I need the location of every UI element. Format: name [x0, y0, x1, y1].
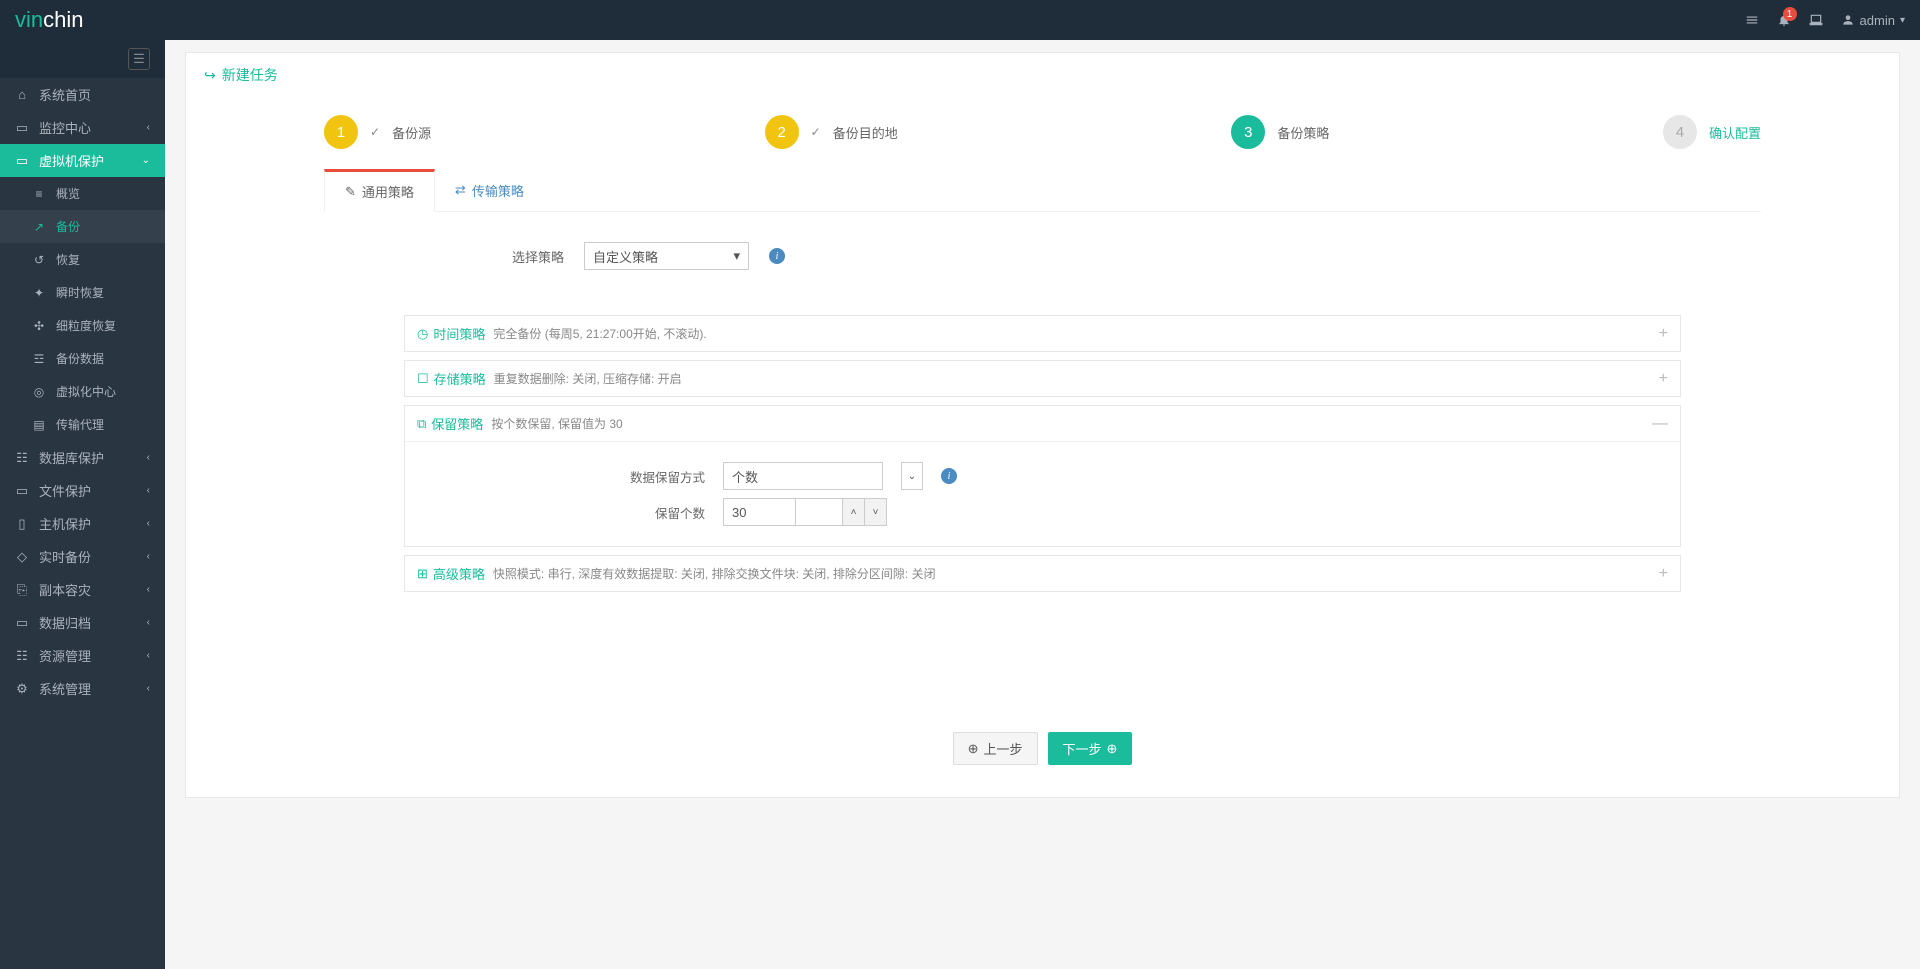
main-panel: ↪ 新建任务 1 ✓ 备份源 2 ✓ 备份目的地 3: [185, 52, 1900, 798]
notification-badge: 1: [1783, 7, 1797, 21]
topbar: vinchin 1 admin ▾: [0, 0, 1920, 40]
brand-logo: vinchin: [15, 7, 83, 33]
nav-backup[interactable]: ↗备份: [0, 210, 165, 243]
settings-icon: ⚙: [15, 681, 29, 697]
nav-monitor[interactable]: ▭监控中心‹: [0, 111, 165, 144]
shield-icon: ◇: [15, 549, 29, 565]
copy-icon: ⎘: [15, 582, 29, 598]
accordion-retain-strategy: ⧉保留策略 按个数保留, 保留值为 30 — 数据保留方式 个数 ⌄ i: [404, 405, 1681, 547]
retain-mode-caret[interactable]: ⌄: [901, 462, 923, 490]
gear-icon: ✣: [32, 319, 46, 333]
caret-down-icon: ▾: [733, 248, 740, 264]
topbar-list-icon[interactable]: [1745, 13, 1759, 27]
nav-resources[interactable]: ☷资源管理‹: [0, 639, 165, 672]
pencil-icon: ✎: [345, 184, 356, 200]
nav-transfer-agent[interactable]: ▤传输代理: [0, 408, 165, 441]
flash-icon: ✦: [32, 286, 46, 300]
info-icon[interactable]: i: [769, 248, 785, 264]
display-icon: ▭: [15, 153, 29, 169]
agent-icon: ▤: [32, 418, 46, 432]
sidebar: ☰ ⌂系统首页 ▭监控中心‹ ▭虚拟机保护⌄ ≡概览 ↗备份 ↺恢复 ✦瞬时恢复…: [0, 40, 165, 969]
accordion-head-retain[interactable]: ⧉保留策略 按个数保留, 保留值为 30 —: [405, 406, 1680, 441]
nav-db-protect[interactable]: ☷数据库保护‹: [0, 441, 165, 474]
sidebar-toggle[interactable]: ☰: [0, 40, 165, 78]
hamburger-icon: ☰: [128, 48, 150, 70]
clock-icon: ◷: [417, 326, 428, 342]
spin-down-button[interactable]: ˅: [865, 498, 887, 526]
chart-icon: ☷: [15, 648, 29, 664]
user-name: admin: [1860, 13, 1895, 28]
topbar-monitor-icon[interactable]: [1809, 13, 1823, 27]
share-arrow-icon: ↪: [204, 67, 216, 84]
prev-button[interactable]: ⊕ 上一步: [953, 732, 1038, 765]
expand-icon: +: [1659, 370, 1668, 388]
nav-file-protect[interactable]: ▭文件保护‹: [0, 474, 165, 507]
grid-icon: ⊞: [417, 566, 428, 582]
page-title: 新建任务: [222, 65, 278, 85]
retain-count-input[interactable]: 30: [723, 498, 796, 526]
step-3[interactable]: 3 备份策略: [1231, 115, 1329, 149]
topbar-user-menu[interactable]: admin ▾: [1841, 13, 1905, 28]
topbar-bell-icon[interactable]: 1: [1777, 13, 1791, 27]
accordion-advanced-strategy: ⊞高级策略 快照模式: 串行, 深度有效数据提取: 关闭, 排除交换文件块: 关…: [404, 555, 1681, 592]
strategy-dropdown[interactable]: 自定义策略 ▾: [584, 242, 749, 270]
nav-replica-dr[interactable]: ⎘副本容灾‹: [0, 573, 165, 606]
retain-count-label: 保留个数: [505, 503, 705, 522]
select-strategy-label: 选择策略: [404, 247, 564, 266]
home-icon: ⌂: [15, 87, 29, 102]
nav-host-protect[interactable]: ▯主机保护‹: [0, 507, 165, 540]
nav-backup-data[interactable]: ☲备份数据: [0, 342, 165, 375]
nav-vm-protect[interactable]: ▭虚拟机保护⌄: [0, 144, 165, 177]
tab-general-strategy[interactable]: ✎ 通用策略: [324, 169, 435, 212]
accordion-head-time[interactable]: ◷时间策略 完全备份 (每周5, 21:27:00开始, 不滚动). +: [405, 316, 1680, 351]
db-icon: ☲: [32, 352, 46, 366]
nav-overview[interactable]: ≡概览: [0, 177, 165, 210]
retain-mode-select[interactable]: 个数: [723, 462, 883, 490]
nav-system[interactable]: ⚙系统管理‹: [0, 672, 165, 705]
nav-instant-restore[interactable]: ✦瞬时恢复: [0, 276, 165, 309]
disk-icon: ☐: [417, 371, 429, 387]
arrow-left-icon: ⊕: [968, 741, 979, 757]
retain-mode-label: 数据保留方式: [505, 467, 705, 486]
tab-transfer-strategy[interactable]: ⇄ 传输策略: [435, 169, 544, 211]
monitor-icon: ▭: [15, 120, 29, 136]
accordion-head-storage[interactable]: ☐存储策略 重复数据删除: 关闭, 压缩存储: 开启 +: [405, 361, 1680, 396]
database-icon: ☷: [15, 450, 29, 466]
expand-icon: +: [1659, 325, 1668, 343]
list-icon: ≡: [32, 187, 46, 201]
host-icon: ▯: [15, 516, 29, 532]
arrow-right-icon: ⊕: [1107, 741, 1118, 757]
nav-restore[interactable]: ↺恢复: [0, 243, 165, 276]
accordion-head-advanced[interactable]: ⊞高级策略 快照模式: 串行, 深度有效数据提取: 关闭, 排除交换文件块: 关…: [405, 556, 1680, 591]
restore-icon: ↺: [32, 253, 46, 267]
check-icon: ✓: [811, 125, 821, 139]
retain-icon: ⧉: [417, 416, 426, 432]
step-1[interactable]: 1 ✓ 备份源: [324, 115, 431, 149]
archive-icon: ▭: [15, 615, 29, 631]
collapse-icon: —: [1652, 415, 1668, 433]
file-icon: ▭: [15, 483, 29, 499]
spin-up-button[interactable]: ˄: [843, 498, 865, 526]
step-2[interactable]: 2 ✓ 备份目的地: [765, 115, 898, 149]
wizard-steps: 1 ✓ 备份源 2 ✓ 备份目的地 3 备份策略 4: [204, 95, 1881, 169]
accordion-storage-strategy: ☐存储策略 重复数据删除: 关闭, 压缩存储: 开启 +: [404, 360, 1681, 397]
nav-archive[interactable]: ▭数据归档‹: [0, 606, 165, 639]
share-icon: ↗: [32, 220, 46, 234]
transfer-icon: ⇄: [455, 182, 466, 198]
nav-virt-center[interactable]: ◎虚拟化中心: [0, 375, 165, 408]
nav-home[interactable]: ⌂系统首页: [0, 78, 165, 111]
info-icon[interactable]: i: [941, 468, 957, 484]
target-icon: ◎: [32, 385, 46, 399]
check-icon: ✓: [370, 125, 380, 139]
step-4[interactable]: 4 确认配置: [1663, 115, 1761, 149]
accordion-time-strategy: ◷时间策略 完全备份 (每周5, 21:27:00开始, 不滚动). +: [404, 315, 1681, 352]
nav-realtime-backup[interactable]: ◇实时备份‹: [0, 540, 165, 573]
expand-icon: +: [1659, 565, 1668, 583]
next-button[interactable]: 下一步 ⊕: [1048, 732, 1133, 765]
nav-granular-restore[interactable]: ✣细粒度恢复: [0, 309, 165, 342]
